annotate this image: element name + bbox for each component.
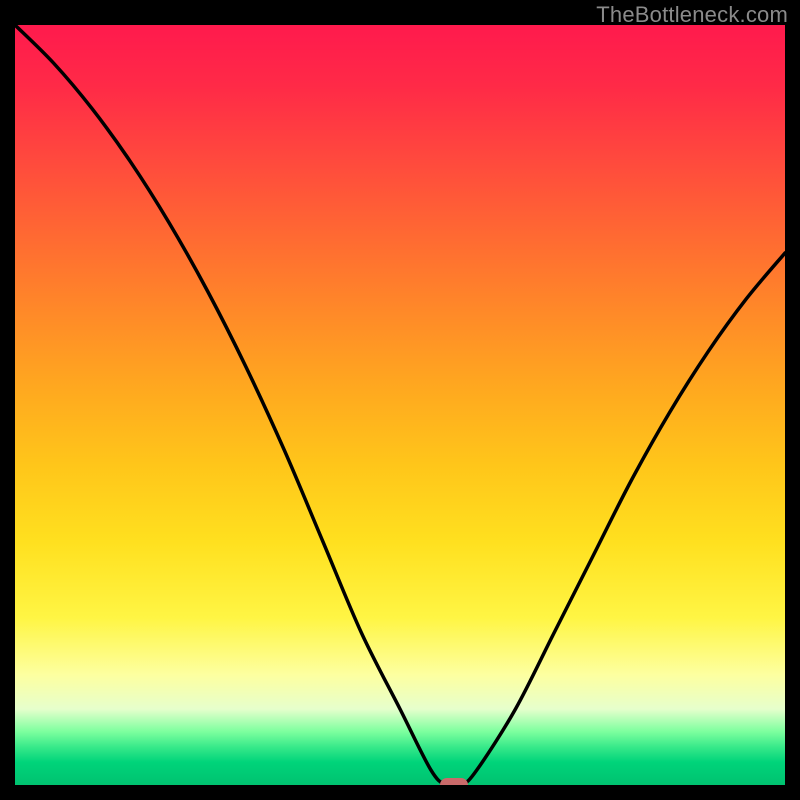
chart-frame: TheBottleneck.com	[0, 0, 800, 800]
plot-area	[15, 25, 785, 785]
minimum-marker	[440, 778, 468, 785]
bottleneck-curve	[15, 25, 785, 785]
watermark-label: TheBottleneck.com	[596, 2, 788, 28]
bottleneck-curve-svg	[15, 25, 785, 785]
